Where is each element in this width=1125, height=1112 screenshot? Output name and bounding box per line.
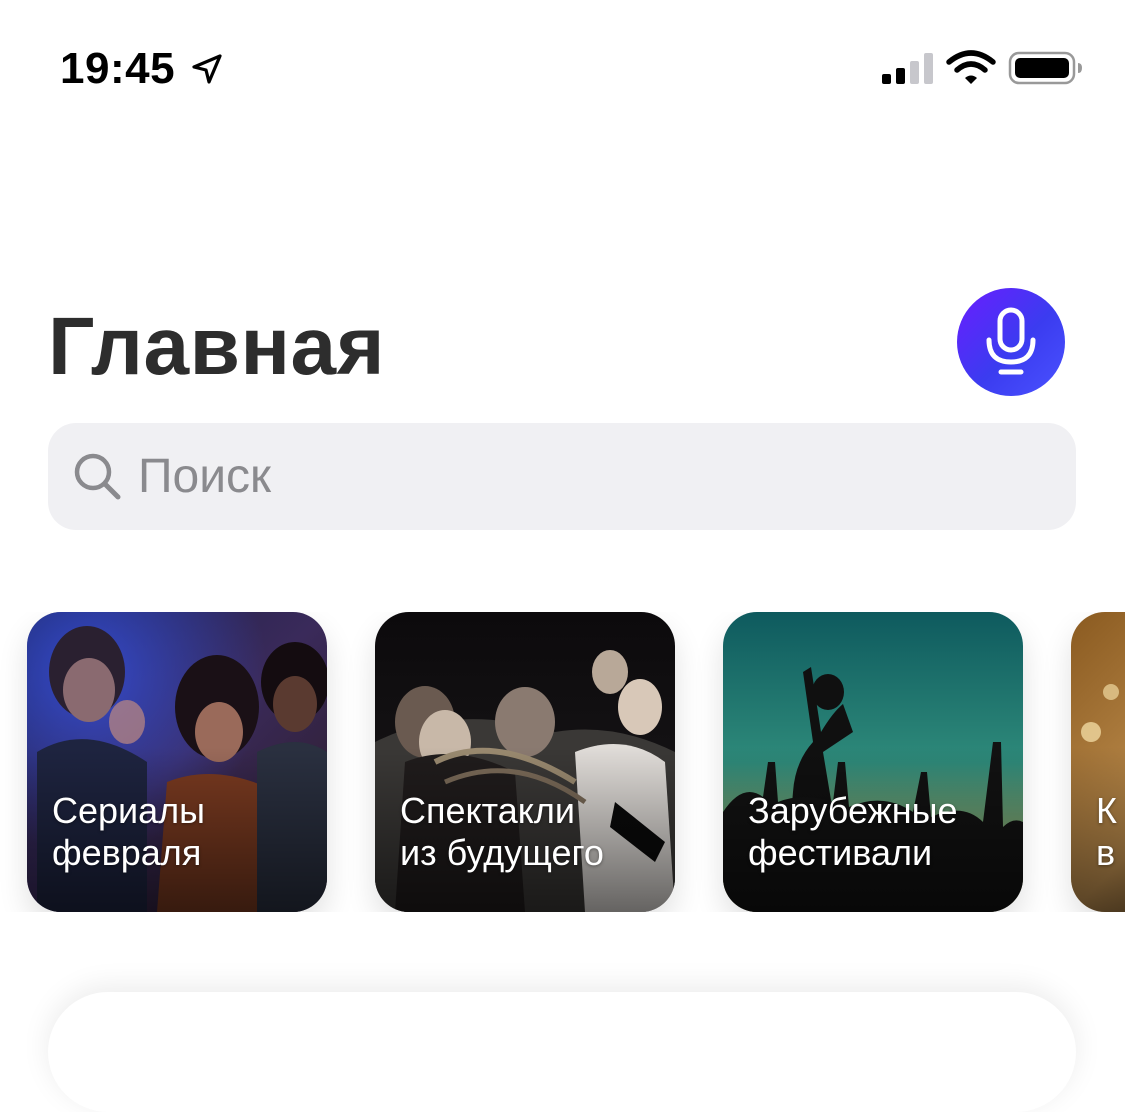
card-title: Зарубежные фестивали <box>748 790 958 873</box>
status-bar: 19:45 <box>0 0 1125 140</box>
collections-carousel[interactable]: Сериалы февраля Спектакли из будущего За… <box>0 612 1125 912</box>
location-arrow-icon <box>192 54 222 84</box>
status-time: 19:45 <box>60 44 176 93</box>
collection-card-theatre[interactable]: Спектакли из будущего <box>375 612 675 912</box>
cellular-signal-icon <box>882 53 933 84</box>
collection-card-festivals[interactable]: Зарубежные фестивали <box>723 612 1023 912</box>
search-input[interactable] <box>138 445 1038 507</box>
search-icon <box>74 453 121 500</box>
microphone-icon <box>986 307 1036 375</box>
card-title: Спектакли из будущего <box>400 790 604 873</box>
wifi-icon <box>946 50 996 84</box>
content-panel <box>48 992 1076 1112</box>
voice-assistant-button[interactable] <box>957 288 1065 396</box>
search-bar[interactable] <box>48 423 1076 530</box>
battery-icon <box>1008 51 1082 85</box>
collection-card-series[interactable]: Сериалы февраля <box>27 612 327 912</box>
collection-card-partial[interactable]: К в <box>1071 612 1125 912</box>
page-title: Главная <box>48 301 385 392</box>
card-title: К в <box>1096 790 1117 873</box>
card-title: Сериалы февраля <box>52 790 206 873</box>
